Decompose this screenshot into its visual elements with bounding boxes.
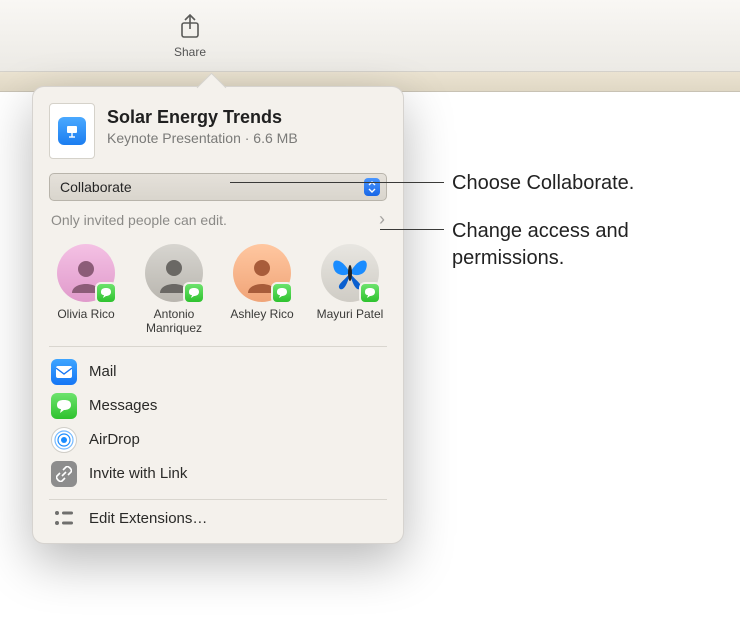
- contact-ashley[interactable]: Ashley Rico: [227, 244, 297, 336]
- contact-name: Antonio Manriquez: [139, 307, 209, 336]
- share-option-label: Invite with Link: [89, 465, 187, 482]
- contact-name: Olivia Rico: [57, 307, 114, 321]
- messages-icon: [51, 393, 77, 419]
- toolbar: Share: [0, 0, 740, 72]
- share-toolbar-button[interactable]: Share: [170, 13, 210, 59]
- callout-change-access: Change access and permissions.: [452, 218, 672, 272]
- contact-olivia[interactable]: Olivia Rico: [51, 244, 121, 336]
- permissions-summary: Only invited people can edit.: [51, 212, 227, 228]
- link-icon: [51, 461, 77, 487]
- contact-antonio[interactable]: Antonio Manriquez: [139, 244, 209, 336]
- airdrop-icon: [51, 427, 77, 453]
- contact-mayuri[interactable]: Mayuri Patel: [315, 244, 385, 336]
- share-icon: [170, 13, 210, 41]
- keynote-app-icon: [58, 117, 86, 145]
- callout-choose-collaborate: Choose Collaborate.: [452, 170, 634, 197]
- share-option-messages[interactable]: Messages: [49, 389, 387, 423]
- extensions-icon: [51, 510, 77, 526]
- share-option-label: Messages: [89, 397, 157, 414]
- share-apps-list: Mail Messages AirDrop Invite with Link: [49, 347, 387, 500]
- share-mode-select[interactable]: Collaborate: [49, 173, 387, 201]
- mail-icon: [51, 359, 77, 385]
- avatar: [57, 244, 115, 302]
- document-title: Solar Energy Trends: [107, 107, 298, 128]
- edit-extensions-button[interactable]: Edit Extensions…: [49, 500, 387, 533]
- callout-line: [230, 182, 444, 183]
- messages-badge-icon: [271, 282, 293, 304]
- share-option-airdrop[interactable]: AirDrop: [49, 423, 387, 457]
- document-icon: [49, 103, 95, 159]
- contact-name: Ashley Rico: [230, 307, 293, 321]
- avatar: [145, 244, 203, 302]
- share-popover: Solar Energy Trends Keynote Presentation…: [32, 86, 404, 544]
- messages-badge-icon: [95, 282, 117, 304]
- permissions-row[interactable]: Only invited people can edit. ›: [49, 201, 387, 240]
- messages-badge-icon: [183, 282, 205, 304]
- avatar: [233, 244, 291, 302]
- contacts-row: Olivia Rico Antonio Manriquez Ashley Ric…: [49, 240, 387, 347]
- share-option-label: Mail: [89, 363, 117, 380]
- edit-extensions-label: Edit Extensions…: [89, 510, 207, 527]
- chevron-right-icon: ›: [379, 209, 385, 230]
- share-mode-value: Collaborate: [60, 179, 132, 195]
- share-option-invite-link[interactable]: Invite with Link: [49, 457, 387, 491]
- document-subtitle: Keynote Presentation · 6.6 MB: [107, 130, 298, 146]
- callout-line: [380, 229, 444, 230]
- messages-badge-icon: [359, 282, 381, 304]
- document-header: Solar Energy Trends Keynote Presentation…: [49, 103, 387, 159]
- share-option-label: AirDrop: [89, 431, 140, 448]
- avatar: [321, 244, 379, 302]
- up-down-icon: [364, 178, 380, 196]
- share-label: Share: [174, 45, 206, 59]
- share-option-mail[interactable]: Mail: [49, 355, 387, 389]
- contact-name: Mayuri Patel: [317, 307, 384, 321]
